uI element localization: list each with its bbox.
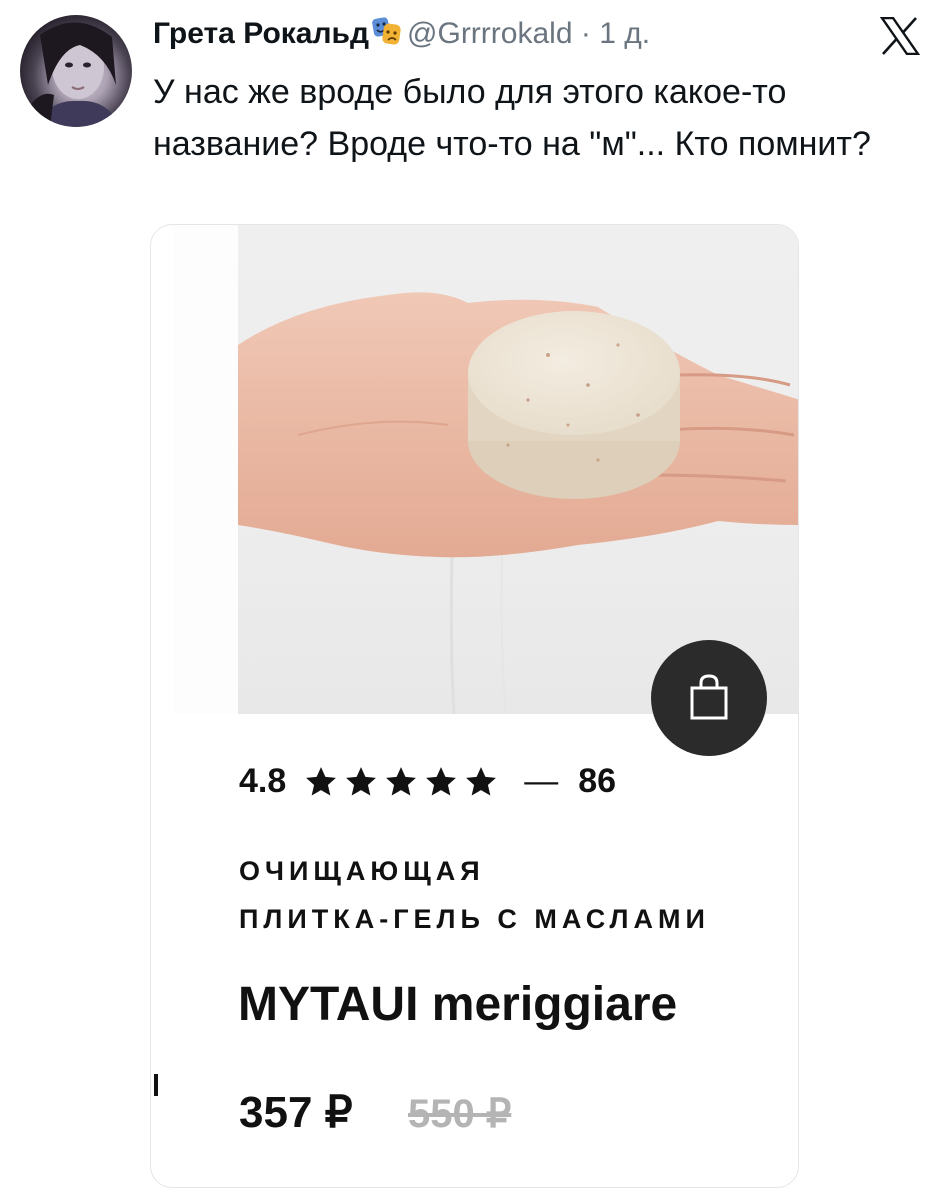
star-icon bbox=[386, 766, 417, 795]
media-card[interactable]: 4.8 — 86 ОЧИЩАЮЩАЯ ПЛИТКА-ГЕЛЬ С МАСЛАМИ… bbox=[150, 224, 799, 1188]
separator-dot: · bbox=[580, 17, 591, 50]
shopping-bag-icon bbox=[690, 674, 728, 720]
old-price: 550 ₽ bbox=[408, 1092, 512, 1136]
rating-dash: — bbox=[524, 762, 559, 800]
add-to-cart-button[interactable] bbox=[651, 640, 767, 756]
tweet-timestamp[interactable]: 1 д. bbox=[599, 17, 650, 50]
rating-value: 4.8 bbox=[239, 762, 287, 800]
author-handle[interactable]: @Grrrrokald bbox=[407, 17, 572, 50]
category-line-2: ПЛИТКА-ГЕЛЬ С МАСЛАМИ bbox=[239, 904, 710, 934]
product-brand[interactable]: MYTAUI meriggiare bbox=[238, 977, 677, 1032]
tweet-text: У нас же вроде было для этого какое-то н… bbox=[153, 73, 871, 163]
star-icon bbox=[466, 766, 497, 795]
star-icon bbox=[346, 766, 377, 795]
card-gutter bbox=[173, 225, 238, 714]
rating-stars bbox=[304, 765, 498, 799]
star-icon bbox=[426, 766, 457, 795]
category-line-1: ОЧИЩАЮЩАЯ bbox=[239, 856, 485, 886]
tweet-header: Грета Рокальд @Grrrrokald · 1 д. bbox=[153, 14, 650, 58]
performing-arts-emoji-icon bbox=[371, 15, 403, 58]
reviews-count[interactable]: 86 bbox=[578, 762, 616, 801]
product-rating: 4.8 — 86 bbox=[239, 762, 616, 801]
current-price: 357 ₽ bbox=[239, 1088, 353, 1137]
author-name[interactable]: Грета Рокальд bbox=[153, 17, 369, 50]
adjacent-card-edge bbox=[154, 1074, 158, 1096]
product-category: ОЧИЩАЮЩАЯ ПЛИТКА-ГЕЛЬ С МАСЛАМИ bbox=[239, 847, 759, 943]
author-avatar[interactable] bbox=[20, 15, 132, 127]
card-edge bbox=[151, 225, 173, 714]
x-logo-icon[interactable] bbox=[879, 16, 921, 56]
star-icon bbox=[306, 766, 337, 795]
